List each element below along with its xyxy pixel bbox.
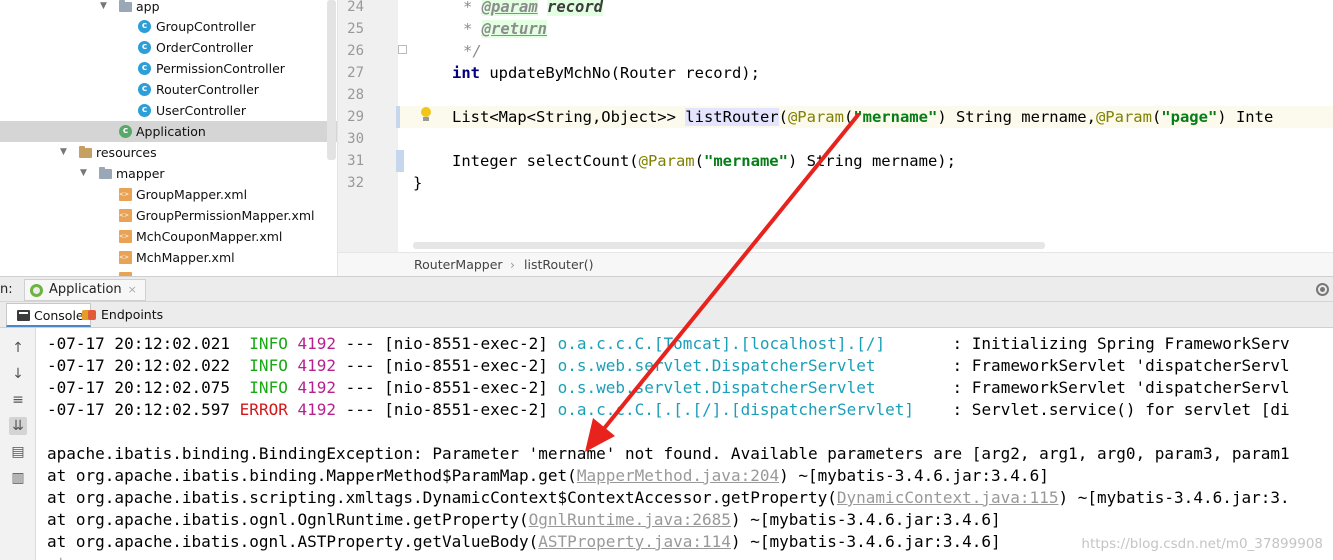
code-line-25: * @return [463, 20, 547, 38]
tree-item-application[interactable]: c Application [0, 121, 337, 142]
line-number: 25 [347, 21, 364, 37]
editor-horizontal-scrollbar[interactable] [413, 242, 1045, 249]
console-side-toolbar: ↑ ↓ ≡ ⇊ ▤ ▥ [0, 328, 36, 560]
stack-trace-line: at org.apache.ibatis.binding.MapperMetho… [47, 466, 1049, 485]
class-icon: c [138, 20, 151, 33]
tab-endpoints[interactable]: Endpoints [74, 303, 169, 327]
tree-item-order-controller[interactable]: c OrderController [0, 37, 337, 58]
exception-line: apache.ibatis.binding.BindingException: … [47, 444, 1290, 463]
console-icon [17, 310, 30, 321]
source-link[interactable]: MapperMethod.java:204 [577, 466, 779, 485]
fold-marker[interactable] [398, 45, 407, 54]
line-number-gutter: 24 25 26 27 28 29 30 31 32 [338, 0, 398, 252]
up-arrow-icon[interactable]: ↑ [9, 339, 27, 357]
spring-icon [30, 284, 43, 297]
tree-item-mch-mapper-xml[interactable]: MchMapper.xml [0, 247, 337, 268]
line-number: 29 [347, 109, 364, 125]
folder-icon [99, 167, 112, 179]
tree-item-app[interactable]: ▼ app [0, 0, 337, 17]
code-line-26: */ [463, 42, 482, 60]
spring-icon: c [119, 125, 132, 138]
watermark: https://blog.csdn.net/m0_37899908 [1081, 536, 1323, 552]
soft-wrap-icon[interactable]: ≡ [9, 391, 27, 409]
tree-item-permission-controller[interactable]: c PermissionController [0, 58, 337, 79]
line-number: 24 [347, 0, 364, 15]
breadcrumb-class[interactable]: RouterMapper [414, 253, 503, 277]
tree-item-user-controller[interactable]: c UserController [0, 100, 337, 121]
tree-item-partial[interactable] [0, 268, 337, 276]
class-icon: c [138, 83, 151, 96]
folder-icon [79, 146, 92, 158]
source-link[interactable]: ASTProperty.java:114 [538, 532, 731, 551]
chevron-down-icon[interactable]: ▼ [80, 168, 90, 178]
scroll-to-end-icon[interactable]: ⇊ [9, 417, 27, 435]
close-icon[interactable]: × [128, 283, 137, 296]
xml-file-icon [119, 251, 132, 264]
breadcrumb-separator: › [510, 257, 515, 272]
tree-item-resources[interactable]: ▼ resources [0, 142, 337, 163]
log-line: -07-17 20:12:02.075 INFO 4192 --- [nio-8… [47, 378, 1290, 397]
xml-file-icon [119, 230, 132, 243]
code-line-29: List<Map<String,Object>> listRouter(@Par… [452, 108, 1274, 126]
source-link[interactable]: DynamicContext.java:115 [837, 488, 1059, 507]
code-line-32: } [413, 174, 423, 192]
tree-scrollbar[interactable] [327, 0, 336, 160]
log-line: -07-17 20:12:02.597 ERROR 4192 --- [nio-… [47, 400, 1290, 419]
tree-item-router-controller[interactable]: c RouterController [0, 79, 337, 100]
xml-file-icon [119, 209, 132, 222]
tab-application[interactable]: Application × [24, 279, 146, 301]
tree-item-group-mapper-xml[interactable]: GroupMapper.xml [0, 184, 337, 205]
breadcrumb: RouterMapper › listRouter() [338, 252, 1333, 276]
line-number: 30 [347, 131, 364, 147]
run-toolbar: n: Application × [0, 276, 1333, 302]
chevron-down-icon[interactable]: ▼ [60, 147, 70, 157]
lightbulb-icon[interactable] [420, 107, 432, 123]
tree-item-group-controller[interactable]: c GroupController [0, 16, 337, 37]
class-icon: c [138, 104, 151, 117]
console-tabs: Console Endpoints [0, 302, 1333, 328]
class-icon: c [138, 62, 151, 75]
gear-icon[interactable] [1316, 283, 1329, 296]
code-editor[interactable]: 24 25 26 27 28 29 30 31 32 * @param reco… [338, 0, 1333, 252]
stack-trace-line: at org.apache.ibatis.scripting.xmltags.D… [47, 488, 1290, 507]
tree-item-group-permission-mapper-xml[interactable]: GroupPermissionMapper.xml [0, 205, 337, 226]
code-line-27: int updateByMchNo(Router record); [452, 64, 760, 82]
line-number: 32 [347, 175, 364, 191]
stack-trace-line-partial: at [47, 553, 66, 560]
down-arrow-icon[interactable]: ↓ [9, 365, 27, 383]
line-number: 28 [347, 87, 364, 103]
code-line-31: Integer selectCount(@Param("mername") St… [452, 152, 956, 170]
source-link[interactable]: OgnlRuntime.java:2685 [529, 510, 731, 529]
console-output[interactable]: -07-17 20:12:02.021 INFO 4192 --- [nio-8… [36, 328, 1333, 560]
xml-file-icon [119, 188, 132, 201]
print-icon[interactable]: ▤ [9, 443, 27, 461]
tree-item-mch-coupon-mapper-xml[interactable]: MchCouponMapper.xml [0, 226, 337, 247]
line-number: 27 [347, 65, 364, 81]
log-line: -07-17 20:12:02.022 INFO 4192 --- [nio-8… [47, 356, 1290, 375]
run-label: n: [0, 282, 13, 297]
folder-icon [119, 0, 132, 12]
change-marker[interactable] [396, 150, 404, 172]
tree-item-mapper[interactable]: ▼ mapper [0, 163, 337, 184]
log-line: -07-17 20:12:02.021 INFO 4192 --- [nio-8… [47, 334, 1290, 353]
code-line-24: * @param record [463, 0, 604, 16]
project-tree: ▼ app c GroupController c OrderControlle… [0, 0, 338, 276]
class-icon: c [138, 41, 151, 54]
line-number: 31 [347, 153, 364, 169]
stack-trace-line: at org.apache.ibatis.ognl.ASTProperty.ge… [47, 532, 1001, 551]
chevron-down-icon[interactable]: ▼ [100, 1, 110, 11]
line-number: 26 [347, 43, 364, 59]
stack-trace-line: at org.apache.ibatis.ognl.OgnlRuntime.ge… [47, 510, 1001, 529]
breadcrumb-method[interactable]: listRouter() [524, 253, 594, 277]
trash-icon[interactable]: ▥ [9, 469, 27, 487]
endpoints-icon [82, 308, 96, 322]
